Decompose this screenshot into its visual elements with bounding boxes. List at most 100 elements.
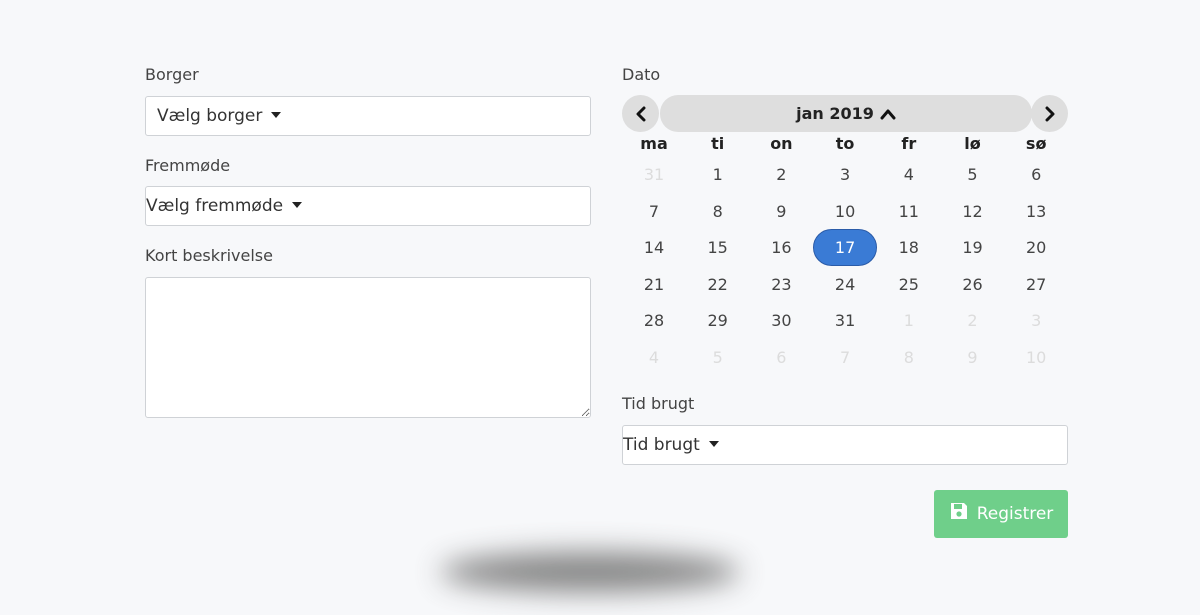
calendar-day[interactable]: 2: [941, 302, 1005, 339]
calendar-day[interactable]: 8: [686, 193, 750, 230]
calendar-day-number: 28: [643, 311, 665, 330]
caret-down-icon: [271, 112, 282, 118]
calendar-day-number: 6: [1031, 165, 1042, 184]
chevron-left-icon: [636, 106, 645, 121]
calendar-day-number: 24: [834, 274, 856, 294]
calendar-day-number: 17: [813, 229, 878, 266]
calendar-day[interactable]: 22: [686, 266, 750, 303]
calendar-day[interactable]: 6: [749, 339, 813, 376]
calendar-day-number: 4: [648, 347, 660, 367]
calendar-day[interactable]: 15: [686, 229, 750, 266]
calendar-day[interactable]: 14: [622, 229, 686, 266]
calendar-day[interactable]: 21: [622, 266, 686, 303]
calendar-day[interactable]: 10: [1004, 339, 1068, 376]
calendar-day-number: 15: [707, 238, 728, 257]
calendar-day-number: 2: [967, 311, 978, 330]
blurred-region: [440, 552, 740, 592]
calendar-day-number: 5: [967, 165, 978, 184]
weekday-header: fr: [901, 134, 917, 153]
tid-select[interactable]: Tid brugt: [622, 425, 1068, 465]
calendar-day[interactable]: 12: [941, 193, 1005, 230]
weekday-header: sø: [1025, 134, 1047, 153]
calendar-day-number: 9: [967, 347, 978, 367]
calendar-day[interactable]: 5: [686, 339, 750, 376]
calendar-day-number: 3: [1031, 311, 1042, 330]
calendar-day[interactable]: 27: [1004, 266, 1068, 303]
calendar-day-number: 22: [707, 274, 728, 294]
calendar-day[interactable]: 11: [877, 193, 941, 230]
calendar-day-number: 18: [898, 238, 919, 257]
tid-select-value: Tid brugt: [623, 435, 700, 455]
calendar-day-number: 2: [776, 165, 787, 184]
calendar-day-number: 14: [643, 238, 665, 257]
fremmode-select[interactable]: Vælg fremmøde: [145, 186, 591, 226]
register-label: Registrer: [976, 504, 1054, 524]
calendar-day-number: 23: [771, 274, 792, 294]
calendar-day-number: 16: [771, 238, 792, 257]
calendar-day-number: 12: [962, 201, 983, 221]
beskrivelse-textarea[interactable]: [145, 277, 591, 418]
calendar-day[interactable]: 20: [1004, 229, 1068, 266]
fremmode-select-value: Vælg fremmøde: [146, 196, 284, 216]
calendar-day[interactable]: 28: [622, 302, 686, 339]
chevron-up-icon: [880, 109, 896, 119]
calendar-month-year: jan 2019: [796, 104, 874, 123]
calendar-day[interactable]: 2: [749, 156, 813, 193]
caret-down-icon: [708, 441, 719, 447]
caret-down-icon: [292, 202, 303, 208]
calendar-day-number: 4: [903, 165, 914, 184]
calendar-day[interactable]: 13: [1004, 193, 1068, 230]
borger-select[interactable]: Vælg borger: [145, 96, 591, 136]
calendar-day[interactable]: 31: [813, 302, 877, 339]
calendar-day[interactable]: 8: [877, 339, 941, 376]
calendar-day[interactable]: 23: [749, 266, 813, 303]
borger-label: Borger: [145, 65, 199, 84]
dato-label: Dato: [622, 65, 661, 84]
weekday-header: ma: [640, 134, 668, 153]
calendar-day[interactable]: 29: [686, 302, 750, 339]
calendar-day[interactable]: 24: [813, 266, 877, 303]
calendar-next-button[interactable]: [1031, 95, 1068, 132]
calendar-day-number: 25: [898, 274, 919, 294]
calendar-day-number: 8: [712, 201, 723, 221]
calendar-day[interactable]: 5: [941, 156, 1005, 193]
calendar-day[interactable]: 18: [877, 229, 941, 266]
calendar-title-button[interactable]: jan 2019: [660, 95, 1032, 132]
calendar-day[interactable]: 7: [813, 339, 877, 376]
weekday-header: ti: [711, 134, 725, 153]
calendar-day[interactable]: 31: [622, 156, 686, 193]
calendar-prev-button[interactable]: [622, 95, 659, 132]
calendar-day[interactable]: 6: [1004, 156, 1068, 193]
calendar-day[interactable]: 1: [686, 156, 750, 193]
weekday-header: to: [835, 134, 855, 153]
calendar-day[interactable]: 4: [877, 156, 941, 193]
calendar-day-selected[interactable]: 17: [813, 229, 878, 266]
calendar-day-number: 31: [643, 165, 665, 184]
calendar-day-number: 7: [648, 201, 660, 221]
calendar-day-number: 5: [712, 347, 723, 367]
calendar-day[interactable]: 7: [622, 193, 686, 230]
calendar-day[interactable]: 10: [813, 193, 877, 230]
calendar-day-number: 7: [840, 347, 851, 367]
calendar-day[interactable]: 4: [622, 339, 686, 376]
fremmode-label: Fremmøde: [145, 156, 231, 175]
register-button[interactable]: Registrer: [934, 490, 1068, 538]
calendar-day-number: 29: [707, 311, 728, 330]
calendar-day[interactable]: 25: [877, 266, 941, 303]
floppy-disk-icon: [950, 503, 967, 519]
calendar-day[interactable]: 3: [1004, 302, 1068, 339]
calendar-day-number: 13: [1026, 201, 1047, 221]
beskrivelse-label: Kort beskrivelse: [145, 246, 273, 265]
calendar-day[interactable]: 26: [941, 266, 1005, 303]
calendar-day[interactable]: 16: [749, 229, 813, 266]
calendar-day[interactable]: 9: [941, 339, 1005, 376]
calendar-day-number: 20: [1026, 238, 1047, 257]
calendar-day[interactable]: 9: [749, 193, 813, 230]
calendar-day[interactable]: 30: [749, 302, 813, 339]
tid-label: Tid brugt: [622, 394, 695, 413]
calendar-day[interactable]: 3: [813, 156, 877, 193]
calendar-day-number: 19: [962, 238, 983, 257]
calendar-day[interactable]: 19: [941, 229, 1005, 266]
calendar-day[interactable]: 1: [877, 302, 941, 339]
weekday-header: on: [770, 134, 793, 153]
